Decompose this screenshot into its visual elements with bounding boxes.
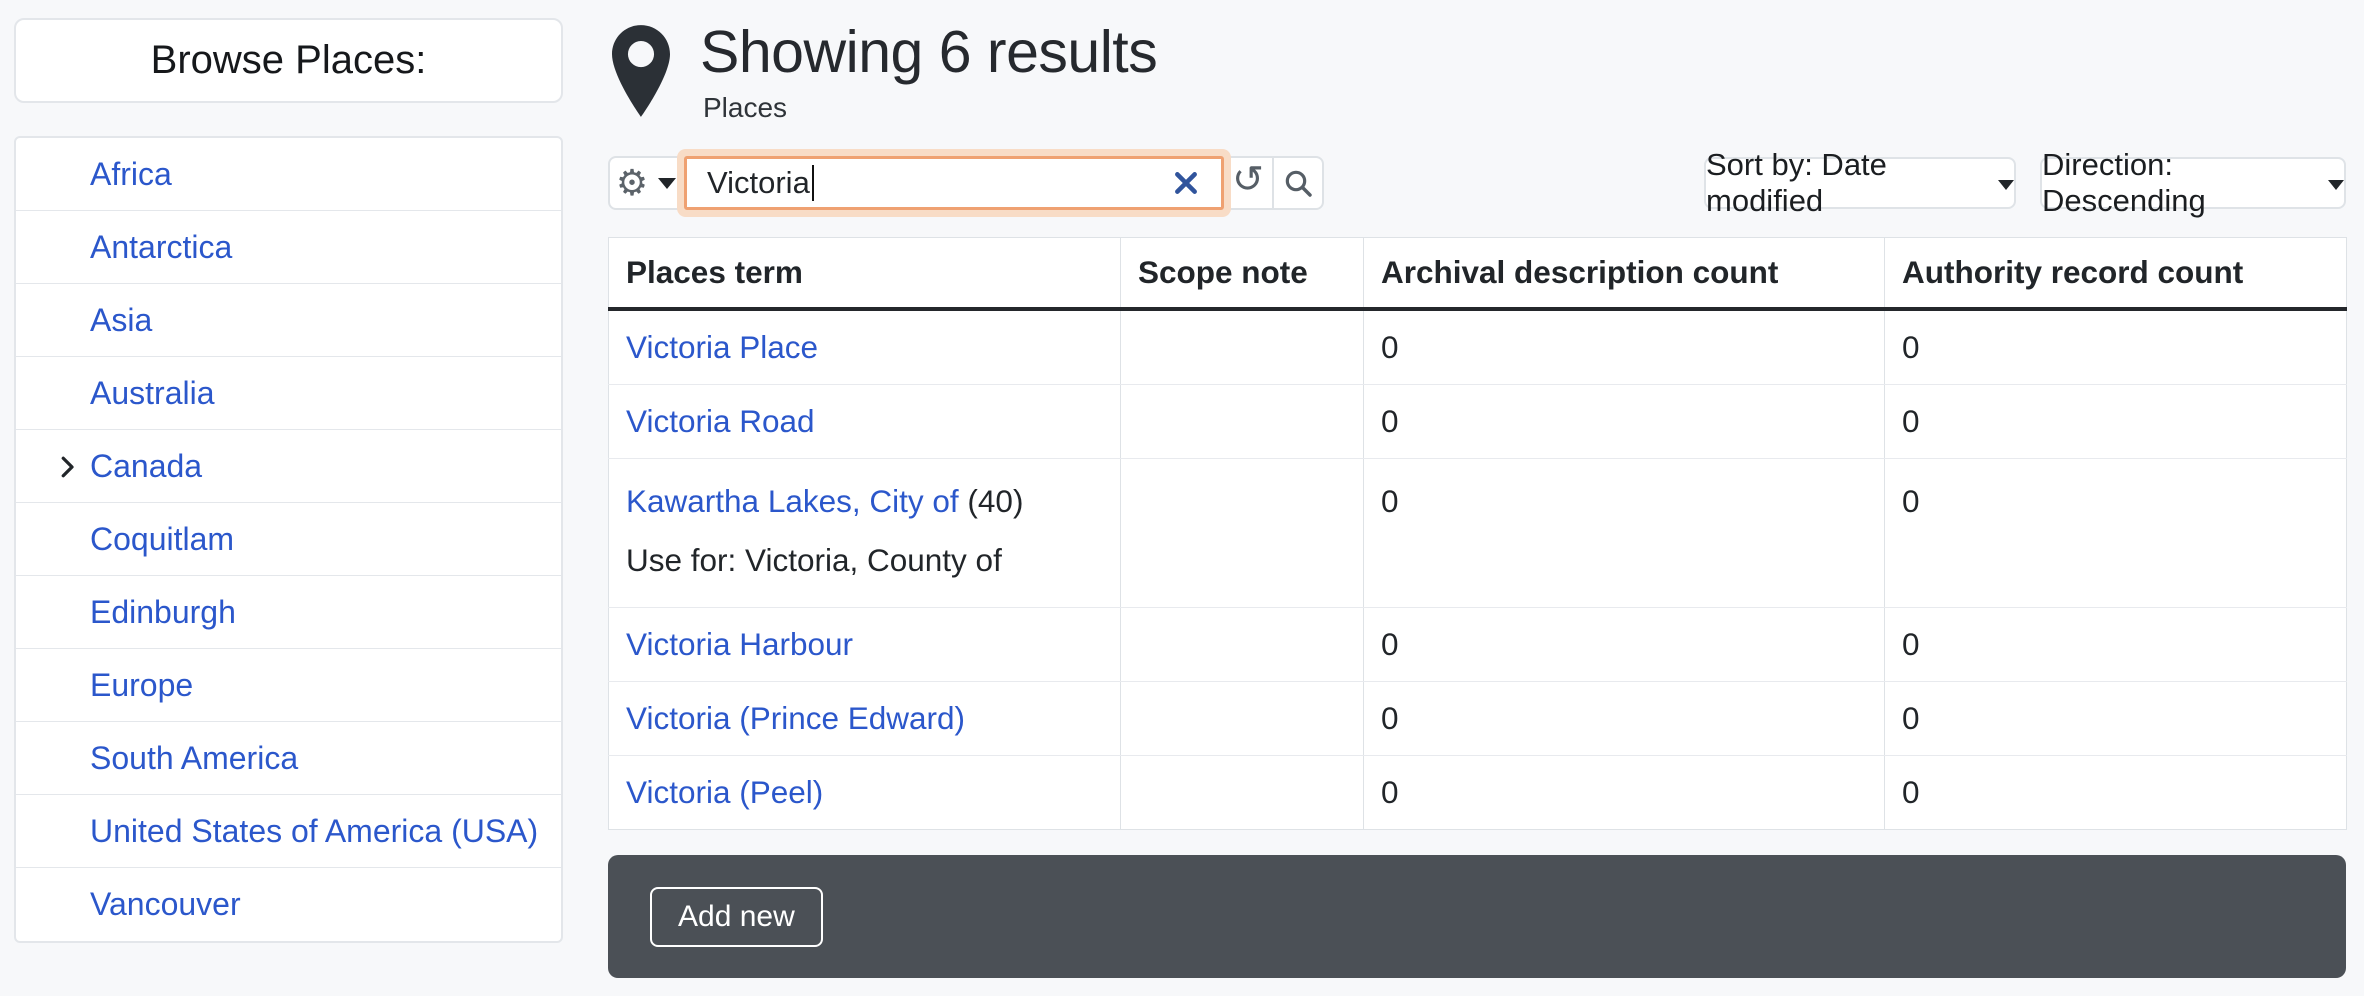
column-header-scope-note: Scope note (1121, 238, 1364, 309)
table-row: Victoria Road 0 0 (609, 384, 2347, 458)
archival-count-cell: 0 (1364, 755, 1885, 829)
sidebar-link[interactable]: United States of America (USA) (90, 813, 538, 850)
sidebar-link[interactable]: Asia (90, 302, 152, 339)
places-results-table: Places term Scope note Archival descript… (608, 237, 2347, 830)
search-input-value: Victoria (707, 165, 810, 201)
chevron-down-icon (1998, 180, 2014, 190)
reset-search-button[interactable]: ↺ (1224, 156, 1274, 210)
search-input[interactable]: Victoria (684, 156, 1224, 210)
table-header-row: Places term Scope note Archival descript… (609, 238, 2347, 309)
place-term-link[interactable]: Victoria Harbour (626, 626, 853, 662)
scope-note-cell (1121, 384, 1364, 458)
sidebar-item-south-america[interactable]: South America (16, 722, 561, 795)
place-term-link[interactable]: Victoria Place (626, 329, 818, 365)
sidebar-item-coquitlam[interactable]: Coquitlam (16, 503, 561, 576)
archival-count-cell: 0 (1364, 384, 1885, 458)
archival-count-cell: 0 (1364, 458, 1885, 607)
sidebar-item-vancouver[interactable]: Vancouver (16, 868, 561, 941)
text-cursor (812, 165, 814, 201)
table-row: Victoria Place 0 0 (609, 309, 2347, 385)
sidebar-item-asia[interactable]: Asia (16, 284, 561, 357)
page-title: Showing 6 results (700, 18, 1157, 86)
sidebar-item-canada[interactable]: Canada (16, 430, 561, 503)
sidebar-item-africa[interactable]: Africa (16, 138, 561, 211)
scope-note-cell (1121, 681, 1364, 755)
table-row: Kawartha Lakes, City of (40) Use for: Vi… (609, 458, 2347, 607)
gear-icon: ⚙︎ (616, 165, 648, 201)
sidebar-link[interactable]: Antarctica (90, 229, 232, 266)
sidebar-link[interactable]: Europe (90, 667, 193, 704)
places-sidebar-list: Africa Antarctica Asia Australia Canada … (14, 136, 563, 943)
sidebar-link[interactable]: Australia (90, 375, 215, 412)
search-icon (1282, 167, 1314, 199)
authority-count-cell: 0 (1885, 755, 2347, 829)
search-submit-button[interactable] (1274, 156, 1324, 210)
scope-note-cell (1121, 607, 1364, 681)
chevron-right-icon[interactable] (52, 452, 82, 482)
sidebar-link[interactable]: Edinburgh (90, 594, 236, 631)
archival-count-cell: 0 (1364, 309, 1885, 385)
clear-x-icon (1173, 170, 1199, 196)
sort-by-label: Sort by: Date modified (1706, 147, 1982, 219)
page-subtitle: Places (703, 92, 787, 124)
archival-count-cell: 0 (1364, 681, 1885, 755)
reset-icon: ↺ (1232, 161, 1264, 199)
authority-count-cell: 0 (1885, 681, 2347, 755)
place-term-link[interactable]: Victoria (Prince Edward) (626, 700, 965, 736)
archival-count-cell: 0 (1364, 607, 1885, 681)
authority-count-cell: 0 (1885, 384, 2347, 458)
sort-by-dropdown[interactable]: Sort by: Date modified (1704, 157, 2016, 209)
place-term-link[interactable]: Victoria (Peel) (626, 774, 823, 810)
column-header-authority-count: Authority record count (1885, 238, 2347, 309)
scope-note-cell (1121, 458, 1364, 607)
sidebar-item-edinburgh[interactable]: Edinburgh (16, 576, 561, 649)
place-term-link[interactable]: Kawartha Lakes, City of (626, 483, 959, 519)
sidebar-link[interactable]: South America (90, 740, 298, 777)
browse-places-heading: Browse Places: (14, 18, 563, 103)
authority-count-cell: 0 (1885, 309, 2347, 385)
authority-count-cell: 0 (1885, 607, 2347, 681)
sidebar-item-usa[interactable]: United States of America (USA) (16, 795, 561, 868)
place-term-line: Kawartha Lakes, City of (40) (626, 483, 1106, 520)
sidebar-link[interactable]: Canada (90, 448, 202, 485)
use-for-note: Use for: Victoria, County of (626, 542, 1106, 579)
clear-search-button[interactable] (1169, 166, 1203, 200)
scope-note-cell (1121, 755, 1364, 829)
sidebar-item-australia[interactable]: Australia (16, 357, 561, 430)
place-term-link[interactable]: Victoria Road (626, 403, 815, 439)
add-new-button[interactable]: Add new (650, 887, 823, 947)
sidebar-item-europe[interactable]: Europe (16, 649, 561, 722)
direction-dropdown[interactable]: Direction: Descending (2040, 157, 2346, 209)
browse-places-heading-label: Browse Places: (151, 38, 427, 83)
map-pin-icon (612, 24, 670, 123)
action-footer: Add new (608, 855, 2346, 978)
table-row: Victoria (Peel) 0 0 (609, 755, 2347, 829)
column-header-archival-count: Archival description count (1364, 238, 1885, 309)
table-row: Victoria Harbour 0 0 (609, 607, 2347, 681)
authority-count-cell: 0 (1885, 458, 2347, 607)
direction-label: Direction: Descending (2042, 147, 2312, 219)
search-bar: ⚙︎ Victoria ↺ (608, 156, 1324, 210)
sidebar-link[interactable]: Vancouver (90, 886, 241, 923)
sidebar-item-antarctica[interactable]: Antarctica (16, 211, 561, 284)
chevron-down-icon (2328, 180, 2344, 190)
sidebar-link[interactable]: Coquitlam (90, 521, 234, 558)
scope-note-cell (1121, 309, 1364, 385)
chevron-down-icon (658, 178, 676, 189)
place-term-suffix: (40) (959, 483, 1024, 519)
column-header-places-term: Places term (609, 238, 1121, 309)
table-row: Victoria (Prince Edward) 0 0 (609, 681, 2347, 755)
search-options-button[interactable]: ⚙︎ (608, 156, 684, 210)
sidebar-link[interactable]: Africa (90, 156, 172, 193)
